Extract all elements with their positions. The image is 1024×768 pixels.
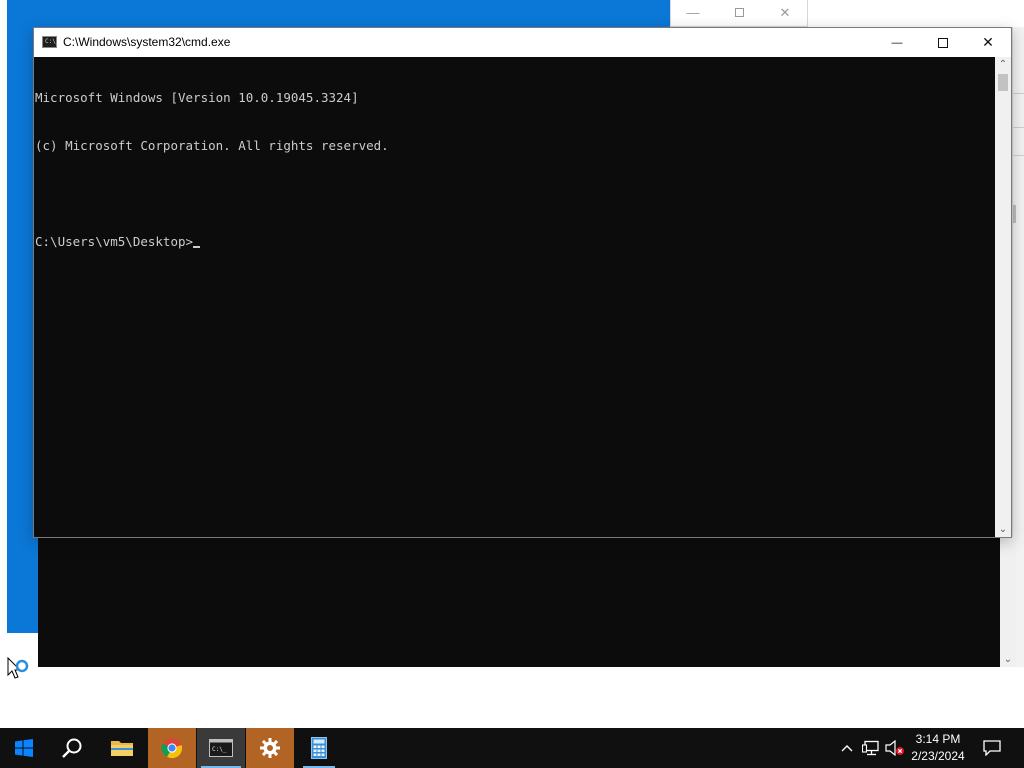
notification-icon <box>983 740 1001 756</box>
busy-cursor-icon <box>7 657 29 679</box>
search-button[interactable] <box>48 728 96 768</box>
folder-icon <box>111 741 133 756</box>
background-console-scrollbar[interactable]: ⌄ <box>1000 537 1016 667</box>
show-hidden-icons-button[interactable] <box>836 728 858 768</box>
maximize-button[interactable] <box>920 28 966 57</box>
settings-button[interactable] <box>246 728 294 768</box>
console-line: (c) Microsoft Corporation. All rights re… <box>35 138 389 153</box>
clock-time: 3:14 PM <box>915 732 961 746</box>
volume-button[interactable] <box>884 728 906 768</box>
maximize-icon[interactable] <box>725 5 753 21</box>
start-button[interactable] <box>0 728 48 768</box>
command-prompt-button[interactable]: C:\_ <box>197 728 245 768</box>
calculator-icon <box>311 737 327 759</box>
cmd-titlebar[interactable]: C:\_ C:\Windows\system32\cmd.exe — ✕ <box>34 28 1011 57</box>
prompt-line[interactable]: C:\Users\vm5\Desktop> <box>35 234 995 250</box>
close-button[interactable]: ✕ <box>965 28 1011 57</box>
close-icon: ✕ <box>982 34 994 50</box>
network-button[interactable] <box>860 728 882 768</box>
chrome-icon <box>161 738 183 759</box>
minimize-icon[interactable]: — <box>679 5 707 21</box>
background-window-titlebar: — ✕ <box>670 0 808 27</box>
minimize-icon: — <box>891 36 903 49</box>
volume-muted-icon <box>885 740 904 756</box>
terminal-icon: C:\_ <box>209 739 233 757</box>
action-center-button[interactable] <box>978 728 1006 768</box>
scroll-down-icon[interactable]: ⌄ <box>1000 654 1016 665</box>
console-scrollbar[interactable]: ⌃ ⌄ <box>995 57 1011 537</box>
chrome-button[interactable] <box>148 728 196 768</box>
chevron-up-icon <box>841 745 853 752</box>
prompt-text: C:\Users\vm5\Desktop> <box>35 234 194 249</box>
clock-date: 2/23/2024 <box>911 749 965 763</box>
file-explorer-button[interactable] <box>98 728 146 768</box>
scroll-up-icon[interactable]: ⌃ <box>995 59 1011 70</box>
console-output[interactable]: Microsoft Windows [Version 10.0.19045.33… <box>34 57 995 537</box>
cmd-window[interactable]: C:\_ C:\Windows\system32\cmd.exe — ✕ Mic… <box>33 27 1012 538</box>
window-title: C:\Windows\system32\cmd.exe <box>63 35 231 49</box>
windows-logo-icon <box>15 739 33 757</box>
scrollbar-thumb[interactable] <box>998 74 1008 91</box>
maximize-icon <box>938 37 948 48</box>
console-line: Microsoft Windows [Version 10.0.19045.33… <box>35 90 359 105</box>
minimize-button[interactable]: — <box>874 28 920 57</box>
taskbar: C:\_ 3:14 PM 2/23/2024 <box>0 728 1024 768</box>
search-icon <box>62 738 82 758</box>
gear-icon <box>260 738 280 758</box>
close-icon[interactable]: ✕ <box>771 5 799 21</box>
text-cursor <box>193 246 201 248</box>
scroll-down-icon[interactable]: ⌄ <box>995 524 1011 535</box>
background-console <box>38 537 1000 667</box>
terminal-icon: C:\_ <box>42 36 59 48</box>
svg-text:C:\_: C:\_ <box>212 746 227 753</box>
network-icon <box>862 740 879 756</box>
clock[interactable]: 3:14 PM 2/23/2024 <box>905 731 971 765</box>
calculator-button[interactable] <box>295 728 343 768</box>
